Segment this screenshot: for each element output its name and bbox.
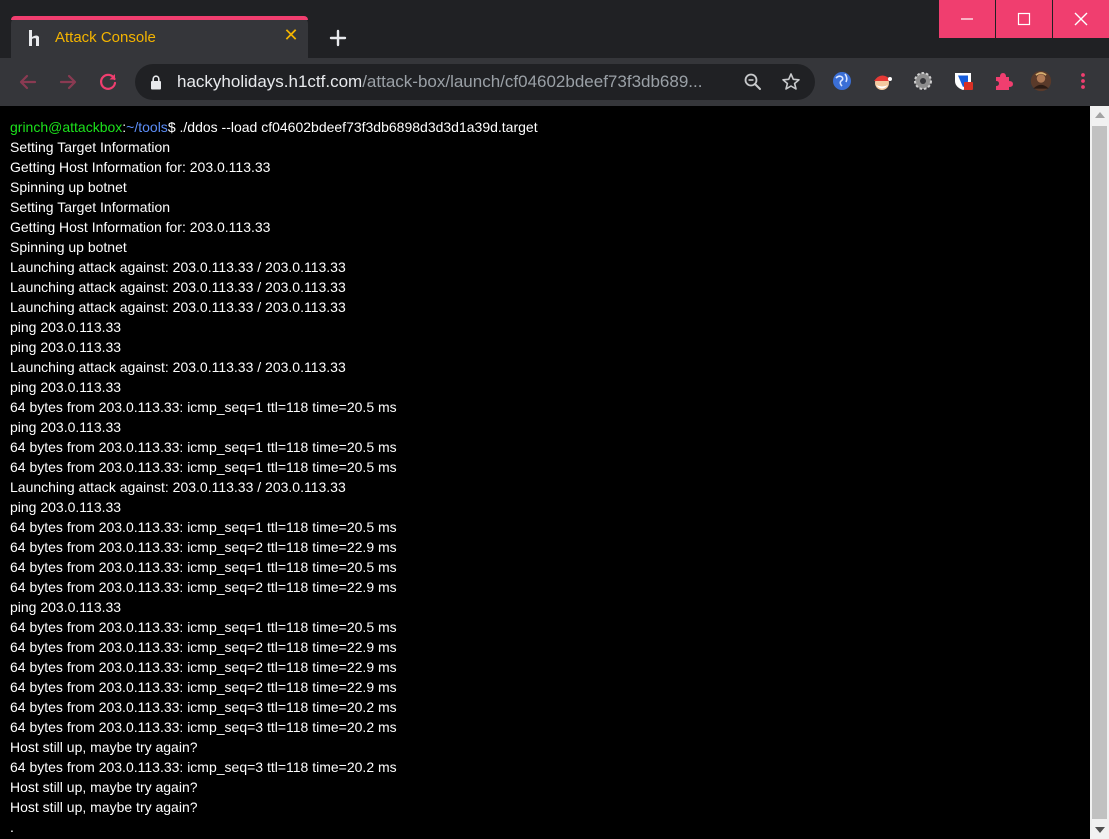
prompt-user: grinch@attackbox <box>10 119 123 135</box>
terminal-line: Getting Host Information for: 203.0.113.… <box>10 219 271 235</box>
url-path: /attack-box/launch/cf04602bdeef73f3db689… <box>362 72 703 91</box>
zoom-magnifier-icon[interactable] <box>743 72 763 92</box>
terminal-output: grinch@attackbox:~/tools$ ./ddos --load … <box>10 117 538 837</box>
terminal-line: ping 203.0.113.33 <box>10 419 122 435</box>
browser-titlebar: Attack Console ✕ <box>0 0 1109 58</box>
window-minimize-button[interactable] <box>939 0 995 38</box>
forward-arrow-icon[interactable] <box>56 70 80 94</box>
url-host: hackyholidays.h1ctf.com <box>177 72 363 91</box>
terminal-line: 64 bytes from 203.0.113.33: icmp_seq=3 t… <box>10 759 397 775</box>
address-url[interactable]: hackyholidays.h1ctf.com/attack-box/launc… <box>177 72 702 92</box>
minimize-icon <box>961 18 973 20</box>
shield-extension-icon[interactable] <box>952 70 974 92</box>
terminal-line: . <box>10 819 14 835</box>
tab-accent-bar <box>11 16 308 20</box>
terminal-line: 64 bytes from 203.0.113.33: icmp_seq=2 t… <box>10 639 397 655</box>
terminal-line: Launching attack against: 203.0.113.33 /… <box>10 479 346 495</box>
scroll-up-arrow-icon[interactable] <box>1095 112 1105 118</box>
terminal-line: Setting Target Information <box>10 199 171 215</box>
tab-attack-console[interactable]: Attack Console ✕ <box>11 16 308 58</box>
bookmark-star-icon[interactable] <box>781 72 801 92</box>
terminal-line: Spinning up botnet <box>10 239 127 255</box>
terminal-line: 64 bytes from 203.0.113.33: icmp_seq=2 t… <box>10 679 397 695</box>
scrollbar-thumb[interactable] <box>1092 126 1107 819</box>
maximize-icon <box>1017 12 1031 26</box>
prompt-symbol: $ <box>167 119 176 135</box>
scroll-down-arrow-icon[interactable] <box>1095 827 1105 833</box>
terminal-line: 64 bytes from 203.0.113.33: icmp_seq=1 t… <box>10 459 397 475</box>
terminal-prompt-line: grinch@attackbox:~/tools$ ./ddos --load … <box>10 117 538 137</box>
terminal-line: Launching attack against: 203.0.113.33 /… <box>10 279 346 295</box>
terminal-line: Launching attack against: 203.0.113.33 /… <box>10 359 346 375</box>
page-scrollbar[interactable] <box>1090 106 1109 839</box>
terminal-line: Host still up, maybe try again? <box>10 779 198 795</box>
terminal-line: ping 203.0.113.33 <box>10 499 122 515</box>
lock-icon[interactable] <box>150 75 162 90</box>
menu-dots-icon[interactable] <box>1072 70 1094 92</box>
terminal-line: Host still up, maybe try again? <box>10 799 198 815</box>
santa-extension-icon[interactable] <box>871 70 893 92</box>
terminal-line: ping 203.0.113.33 <box>10 599 122 615</box>
terminal-line: 64 bytes from 203.0.113.33: icmp_seq=2 t… <box>10 659 397 675</box>
terminal-line: 64 bytes from 203.0.113.33: icmp_seq=3 t… <box>10 699 397 715</box>
address-bar[interactable]: hackyholidays.h1ctf.com/attack-box/launc… <box>135 64 815 100</box>
close-icon <box>1074 12 1088 26</box>
tab-title: Attack Console <box>55 29 156 46</box>
reload-icon[interactable] <box>96 70 120 94</box>
prompt-command: ./ddos --load cf04602bdeef73f3db6898d3d3… <box>175 119 538 135</box>
puzzle-extension-icon[interactable] <box>992 70 1014 92</box>
terminal-viewport[interactable]: grinch@attackbox:~/tools$ ./ddos --load … <box>0 106 1090 839</box>
terminal-line: Launching attack against: 203.0.113.33 /… <box>10 259 346 275</box>
terminal-line: ping 203.0.113.33 <box>10 379 122 395</box>
browser-toolbar: hackyholidays.h1ctf.com/attack-box/launc… <box>0 58 1109 106</box>
prompt-path: ~/tools <box>126 119 168 135</box>
globe-extension-icon[interactable] <box>831 70 853 92</box>
terminal-line: Spinning up botnet <box>10 179 127 195</box>
terminal-line: Setting Target Information <box>10 139 171 155</box>
terminal-line: ping 203.0.113.33 <box>10 319 122 335</box>
gear-extension-icon[interactable] <box>912 70 934 92</box>
terminal-line: ping 203.0.113.33 <box>10 339 122 355</box>
terminal-line: 64 bytes from 203.0.113.33: icmp_seq=1 t… <box>10 519 397 535</box>
window-maximize-button[interactable] <box>996 0 1052 38</box>
h1-logo-icon <box>29 30 39 46</box>
terminal-line: 64 bytes from 203.0.113.33: icmp_seq=1 t… <box>10 439 397 455</box>
profile-avatar[interactable] <box>1030 70 1052 92</box>
terminal-line: 64 bytes from 203.0.113.33: icmp_seq=3 t… <box>10 719 397 735</box>
terminal-line: 64 bytes from 203.0.113.33: icmp_seq=1 t… <box>10 559 397 575</box>
terminal-line: Host still up, maybe try again? <box>10 739 198 755</box>
back-arrow-icon[interactable] <box>16 70 40 94</box>
tab-close-icon[interactable]: ✕ <box>283 26 299 44</box>
new-tab-plus-icon[interactable] <box>324 25 352 51</box>
terminal-line: 64 bytes from 203.0.113.33: icmp_seq=2 t… <box>10 539 397 555</box>
terminal-line: Getting Host Information for: 203.0.113.… <box>10 159 271 175</box>
terminal-line: Launching attack against: 203.0.113.33 /… <box>10 299 346 315</box>
terminal-line: 64 bytes from 203.0.113.33: icmp_seq=1 t… <box>10 619 397 635</box>
terminal-line: 64 bytes from 203.0.113.33: icmp_seq=2 t… <box>10 579 397 595</box>
terminal-line: 64 bytes from 203.0.113.33: icmp_seq=1 t… <box>10 399 397 415</box>
window-close-button[interactable] <box>1053 0 1109 38</box>
